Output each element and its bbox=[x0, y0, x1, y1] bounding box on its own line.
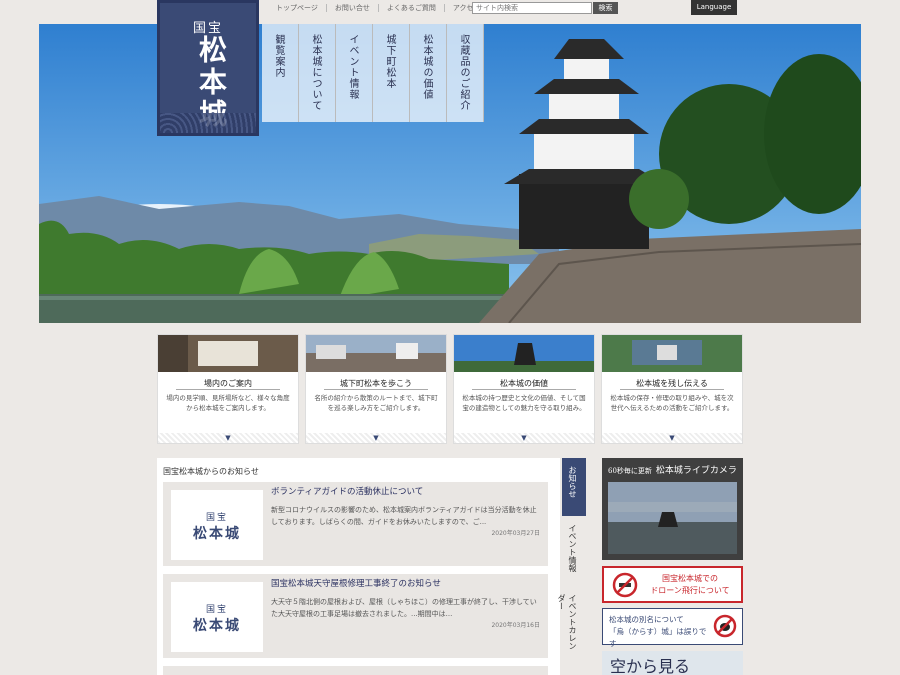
card-image bbox=[454, 335, 594, 372]
card-desc: 名所の紹介から散策のルートまで、城下町を巡る楽しみ方をご紹介します。 bbox=[314, 394, 438, 412]
chevron-down-icon: ▼ bbox=[454, 433, 594, 443]
card-desc: 場内の見学順、見所場所など、様々な角度から松本城をご案内します。 bbox=[166, 394, 290, 412]
nav-castle-town[interactable]: 城下町松本 bbox=[373, 24, 410, 122]
card-image bbox=[602, 335, 742, 372]
news-thumb-logo: 国宝 松本城 bbox=[171, 490, 263, 560]
card-image bbox=[158, 335, 298, 372]
feature-cards: 場内のご案内 場内の見学順、見所場所など、様々な角度から松本城をご案内します。 … bbox=[157, 334, 743, 444]
nav-events[interactable]: イベント情報 bbox=[336, 24, 373, 122]
card-title: 松本城の価値 bbox=[472, 378, 576, 390]
drone-line1: 国宝松本城での bbox=[662, 574, 718, 583]
chevron-down-icon: ▼ bbox=[602, 433, 742, 443]
nav-collection[interactable]: 収蔵品のご紹介 bbox=[447, 24, 484, 122]
news-title[interactable]: 国宝松本城天守屋根修理工事終了のお知らせ bbox=[271, 577, 441, 589]
card-desc: 松本城の保存・修理の取り組みや、城を次世代へ伝えるための活動をご紹介します。 bbox=[610, 394, 734, 412]
news-panel: 国宝松本城からのお知らせ 国宝 松本城 ボランティアガイドの活動休止について 新… bbox=[157, 458, 560, 675]
card-title: 場内のご案内 bbox=[176, 378, 280, 390]
livecam-title: 松本城ライブカメラ bbox=[655, 466, 737, 476]
news-tabs: お知らせ イベント情報 イベントカレンダー bbox=[557, 458, 586, 675]
aerial-view-banner[interactable]: 空から見る bbox=[602, 651, 743, 675]
card-castle-town[interactable]: 城下町松本を歩こう 名所の紹介から散策のルートまで、城下町を巡る楽しみ方をご紹介… bbox=[305, 334, 447, 444]
card-title: 城下町松本を歩こう bbox=[324, 378, 428, 390]
no-drone-icon bbox=[612, 572, 638, 598]
card-castle-value[interactable]: 松本城の価値 松本城の持つ歴史と文化の価値、そして国宝の建造物としての魅力を守る… bbox=[453, 334, 595, 444]
tab-event-calendar[interactable]: イベントカレンダー bbox=[557, 586, 586, 656]
site-logo[interactable]: 国宝 松本城 bbox=[157, 0, 259, 136]
topnav-home[interactable]: トップページ bbox=[268, 4, 327, 12]
language-button[interactable]: Language bbox=[691, 0, 737, 15]
news-thumb-logo: 国宝 松本城 bbox=[171, 582, 263, 652]
topnav-contact[interactable]: お問い合せ bbox=[327, 4, 379, 12]
chevron-down-icon: ▼ bbox=[306, 433, 446, 443]
logo-wave-pattern bbox=[160, 113, 256, 133]
top-nav: トップページ お問い合せ よくあるご質問 アクセス bbox=[268, 2, 489, 14]
news-item[interactable] bbox=[163, 666, 548, 675]
topnav-faq[interactable]: よくあるご質問 bbox=[379, 4, 445, 12]
card-site-guide[interactable]: 場内のご案内 場内の見学順、見所場所など、様々な角度から松本城をご案内します。 … bbox=[157, 334, 299, 444]
tab-news[interactable]: お知らせ bbox=[562, 458, 586, 516]
news-heading: 国宝松本城からのお知らせ bbox=[163, 467, 259, 476]
nav-castle-value[interactable]: 松本城の価値 bbox=[410, 24, 447, 122]
news-title[interactable]: ボランティアガイドの活動休止について bbox=[271, 485, 423, 497]
thumb-big-text: 松本城 bbox=[193, 526, 241, 542]
news-text: 新型コロナウイルスの影響のため、松本城案内ボランティアガイドは当分活動を休止して… bbox=[271, 506, 537, 526]
card-image bbox=[306, 335, 446, 372]
live-camera-panel[interactable]: 60秒毎に更新 松本城ライブカメラ bbox=[602, 458, 743, 560]
livecam-label: 60秒毎に更新 bbox=[608, 467, 652, 475]
alias-line1: 松本城の別名について bbox=[609, 615, 684, 624]
news-date: 2020年03月16日 bbox=[491, 622, 540, 629]
tab-events[interactable]: イベント情報 bbox=[562, 516, 586, 586]
search-button[interactable]: 検索 bbox=[593, 2, 618, 14]
news-text: 大天守５階北側の屋根および、屋根（しゃちほこ）の修理工事が終了し、干渉していた大… bbox=[271, 598, 537, 618]
card-desc: 松本城の持つ歴史と文化の価値、そして国宝の建造物としての魅力を守る取り組み。 bbox=[462, 394, 586, 412]
no-crow-icon bbox=[713, 614, 737, 638]
news-date: 2020年03月27日 bbox=[491, 530, 540, 537]
search-input[interactable] bbox=[472, 2, 592, 14]
drone-line2: ドローン飛行について bbox=[650, 586, 730, 595]
news-item[interactable]: 国宝 松本城 ボランティアガイドの活動休止について 新型コロナウイルスの影響のた… bbox=[163, 482, 548, 566]
alias-notice-banner[interactable]: 松本城の別名について「烏（からす）城」は誤りです bbox=[602, 608, 743, 648]
nav-visit-guide[interactable]: 観覧案内 bbox=[262, 24, 299, 122]
card-title: 松本城を残し伝える bbox=[620, 378, 724, 390]
main-nav: 観覧案内 松本城について イベント情報 城下町松本 松本城の価値 収蔵品のご紹介 bbox=[262, 24, 484, 122]
logo-small-text: 国宝 bbox=[192, 21, 223, 36]
livecam-header: 60秒毎に更新 松本城ライブカメラ bbox=[602, 458, 743, 481]
news-item[interactable]: 国宝 松本城 国宝松本城天守屋根修理工事終了のお知らせ 大天守５階北側の屋根およ… bbox=[163, 574, 548, 658]
chevron-down-icon: ▼ bbox=[158, 433, 298, 443]
aerial-view-text: 空から見る bbox=[610, 657, 691, 675]
drone-notice-banner[interactable]: 国宝松本城でのドローン飛行について bbox=[602, 566, 743, 603]
thumb-small-text: 国宝 bbox=[205, 605, 228, 615]
livecam-image bbox=[608, 482, 737, 554]
alias-line2: 「烏（からす）城」は誤りです bbox=[609, 627, 707, 648]
nav-about-castle[interactable]: 松本城について bbox=[299, 24, 336, 122]
card-preserve[interactable]: 松本城を残し伝える 松本城の保存・修理の取り組みや、城を次世代へ伝えるための活動… bbox=[601, 334, 743, 444]
thumb-big-text: 松本城 bbox=[193, 618, 241, 634]
thumb-small-text: 国宝 bbox=[205, 513, 228, 523]
